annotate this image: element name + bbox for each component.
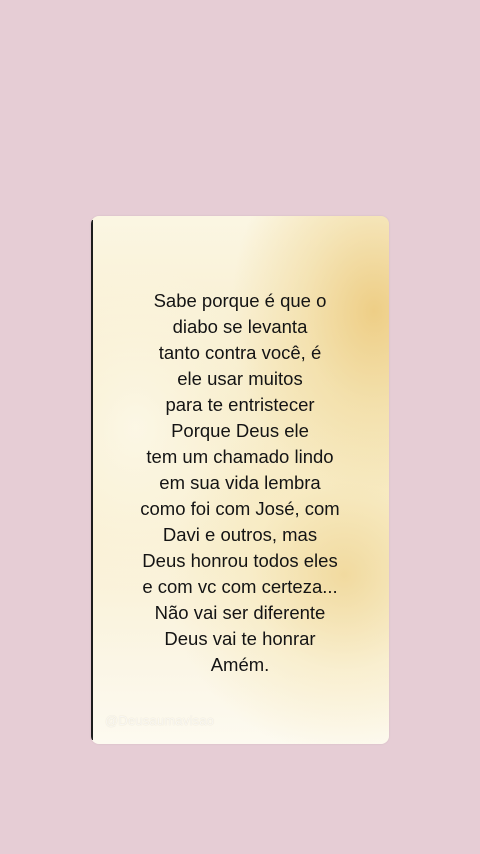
- message-line: Não vai ser diferente: [154, 602, 326, 623]
- message-line: Deus honrou todos eles: [142, 550, 338, 571]
- message-card: Sabe porque é que o diabo se levanta tan…: [91, 216, 389, 744]
- message-line: Sabe porque é que o: [153, 290, 327, 311]
- message-line: tanto contra você, é: [158, 342, 322, 363]
- message-line: Davi e outros, mas: [162, 524, 318, 545]
- message-text: Sabe porque é que o diabo se levanta tan…: [91, 288, 389, 678]
- message-line: diabo se levanta: [172, 316, 308, 337]
- message-line: ele usar muitos: [177, 368, 303, 389]
- message-line: tem um chamado lindo: [146, 446, 334, 467]
- message-line: para te entristecer: [165, 394, 315, 415]
- message-line: como foi com José, com: [140, 498, 340, 519]
- message-line: e com vc com certeza...: [142, 576, 338, 597]
- message-line: em sua vida lembra: [159, 472, 321, 493]
- watermark-text: @Deusaumavisao: [105, 713, 215, 728]
- message-line: Porque Deus ele: [171, 420, 309, 441]
- message-line: Deus vai te honrar: [164, 628, 316, 649]
- message-line: Amém.: [210, 654, 270, 675]
